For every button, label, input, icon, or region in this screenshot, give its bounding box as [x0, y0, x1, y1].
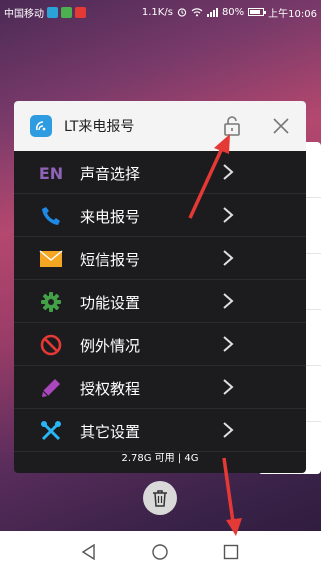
chevron-right-icon — [223, 207, 234, 223]
chevron-right-icon — [223, 250, 234, 266]
chevron-right-icon — [223, 293, 234, 309]
menu-item-function-settings[interactable]: 功能设置 — [14, 280, 306, 323]
chevron-right-icon — [223, 164, 234, 180]
notification-icon — [61, 6, 72, 18]
net-speed: 1.1K/s — [141, 6, 173, 18]
carrier-label: 中国移动 — [4, 8, 44, 20]
menu-item-label: 短信报号 — [80, 251, 141, 269]
tools-icon — [38, 419, 64, 443]
app-card-header: LT来电报号 — [14, 101, 306, 151]
clock: 上午10:06 — [268, 8, 317, 20]
en-text-icon: EN — [38, 163, 64, 183]
clear-all-button[interactable] — [143, 481, 177, 515]
battery-percent: 80% — [221, 6, 245, 18]
close-icon[interactable] — [271, 116, 291, 136]
menu-item-tutorial[interactable]: 授权教程 — [14, 366, 306, 409]
menu-item-label: 声音选择 — [80, 165, 141, 183]
back-icon[interactable] — [80, 543, 98, 561]
app-icon — [30, 115, 52, 137]
navigation-bar — [0, 531, 321, 571]
app-card[interactable]: LT来电报号 EN 声音选择 来电报号 短信报号 功能设置 例外情况 授权教程 … — [14, 101, 306, 473]
notification-icon — [47, 6, 58, 18]
envelope-icon — [38, 247, 64, 271]
notification-icon — [75, 6, 86, 18]
gear-icon — [38, 290, 64, 314]
alarm-icon — [177, 8, 187, 17]
recents-icon[interactable] — [222, 543, 240, 561]
battery-icon — [248, 8, 267, 16]
unlock-icon[interactable] — [222, 115, 242, 137]
signal-icon — [206, 7, 218, 17]
menu-item-label: 授权教程 — [80, 380, 141, 398]
menu-item-label: 功能设置 — [80, 294, 141, 312]
menu-item-label: 其它设置 — [80, 423, 141, 441]
chevron-right-icon — [223, 379, 234, 395]
pencil-icon — [38, 376, 64, 400]
trash-icon — [153, 490, 167, 507]
memory-info: 2.78G 可用 | 4G — [121, 453, 199, 464]
home-icon[interactable] — [151, 543, 169, 561]
app-title: LT来电报号 — [64, 119, 135, 135]
menu-item-voice[interactable]: EN 声音选择 — [14, 151, 306, 194]
menu-item-call[interactable]: 来电报号 — [14, 194, 306, 237]
phone-icon — [38, 204, 64, 228]
menu-list: EN 声音选择 来电报号 短信报号 功能设置 例外情况 授权教程 其它设置 — [14, 151, 306, 452]
prohibited-icon — [38, 333, 64, 357]
chevron-right-icon — [223, 422, 234, 438]
menu-item-sms[interactable]: 短信报号 — [14, 237, 306, 280]
menu-item-label: 例外情况 — [80, 337, 141, 355]
wifi-icon — [191, 8, 203, 17]
menu-item-exceptions[interactable]: 例外情况 — [14, 323, 306, 366]
chevron-right-icon — [223, 336, 234, 352]
menu-item-label: 来电报号 — [80, 208, 141, 226]
status-bar: 中国移动 1.1K/s 80% 上午10:06 — [0, 0, 321, 24]
